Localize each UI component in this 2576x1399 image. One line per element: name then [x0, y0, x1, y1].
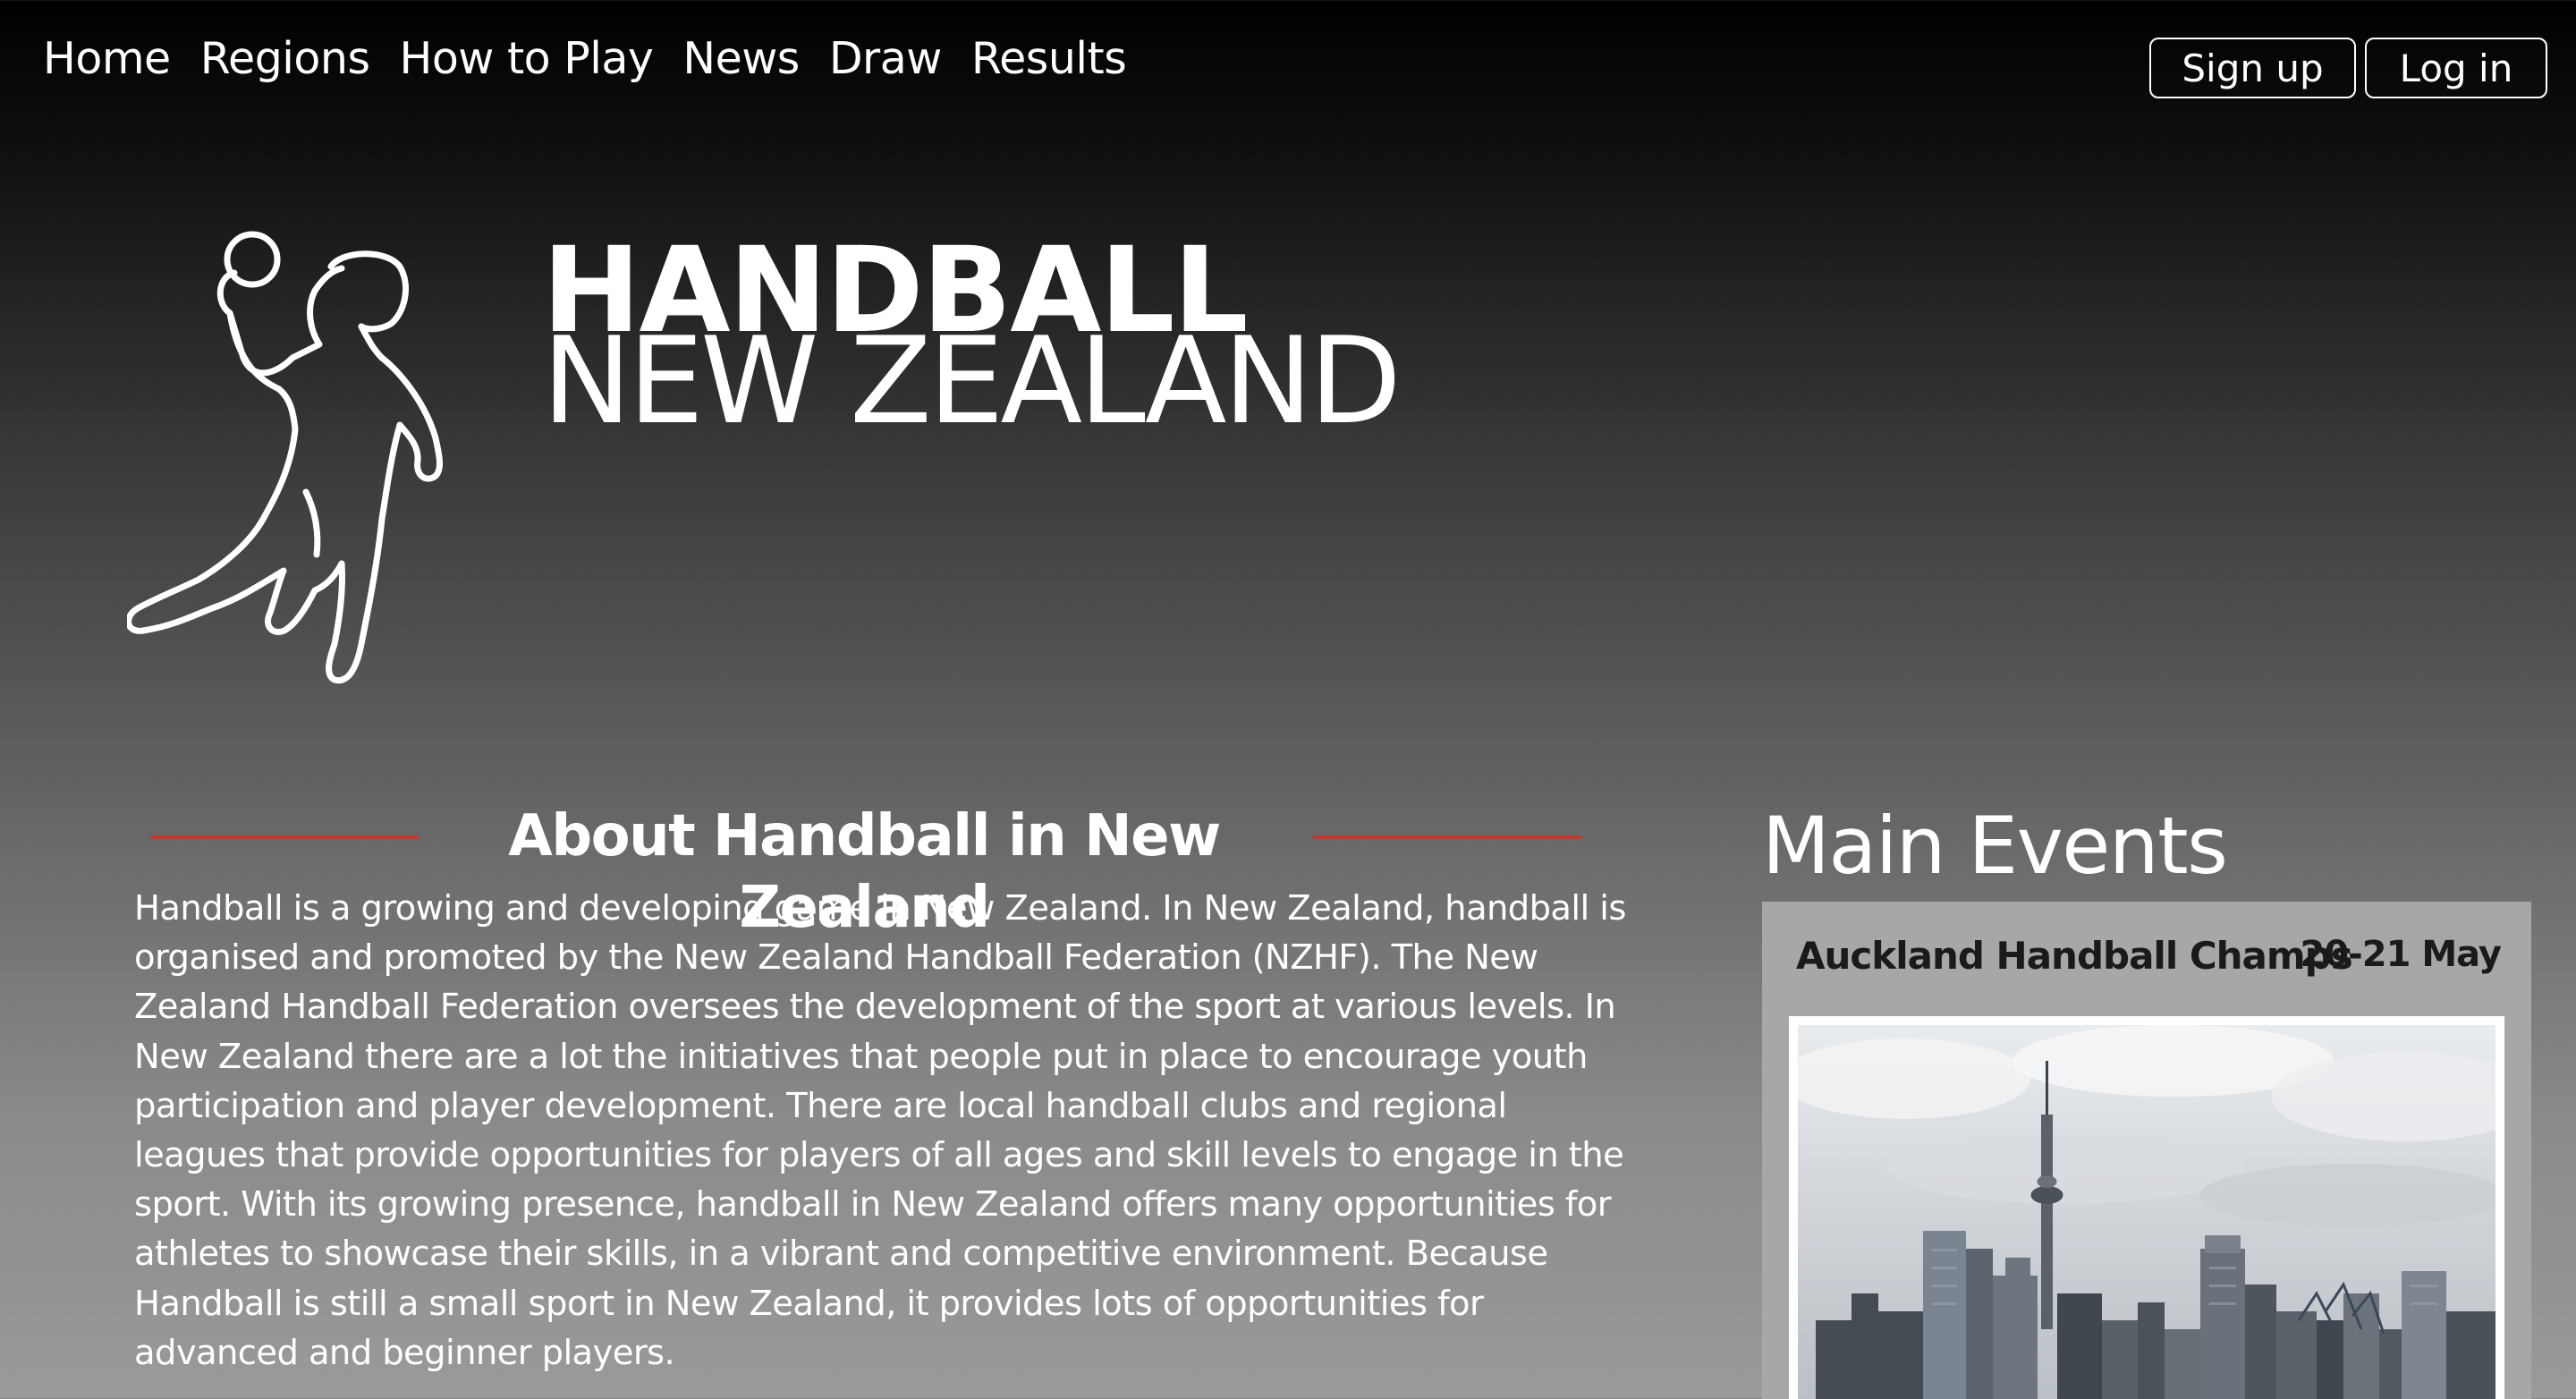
event-image[interactable] — [1789, 1016, 2504, 1399]
event-date: 20-21 May — [2300, 934, 2502, 975]
signup-button[interactable]: Sign up — [2149, 38, 2356, 98]
main-events-title: Main Events — [1762, 800, 2228, 892]
site-logo-text[interactable]: HANDBALL NEW ZEALAND — [542, 232, 1402, 451]
nav-home[interactable]: Home — [43, 27, 171, 91]
nav-results[interactable]: Results — [971, 27, 1127, 91]
nav-news[interactable]: News — [682, 27, 800, 91]
about-body-text: Handball is a growing and developing gam… — [134, 888, 1626, 1373]
event-name[interactable]: Auckland Handball Champs — [1796, 934, 2353, 978]
heading-divider-right — [1313, 835, 1581, 839]
login-button[interactable]: Log in — [2365, 38, 2547, 98]
event-card[interactable]: Auckland Handball Champs 20-21 May — [1762, 902, 2531, 1399]
nav-draw[interactable]: Draw — [829, 27, 942, 91]
nav-how-to-play[interactable]: How to Play — [399, 27, 653, 91]
heading-divider-left — [150, 835, 419, 839]
main-nav: Home Regions How to Play News Draw Resul… — [43, 27, 1156, 91]
auth-buttons: Sign up Log in — [2149, 38, 2547, 98]
handball-player-icon — [125, 224, 501, 689]
about-heading-row: About Handball in New Zealand — [150, 801, 1581, 941]
logo-subtitle: NEW ZEALAND — [542, 311, 1402, 451]
nav-regions[interactable]: Regions — [200, 27, 370, 91]
